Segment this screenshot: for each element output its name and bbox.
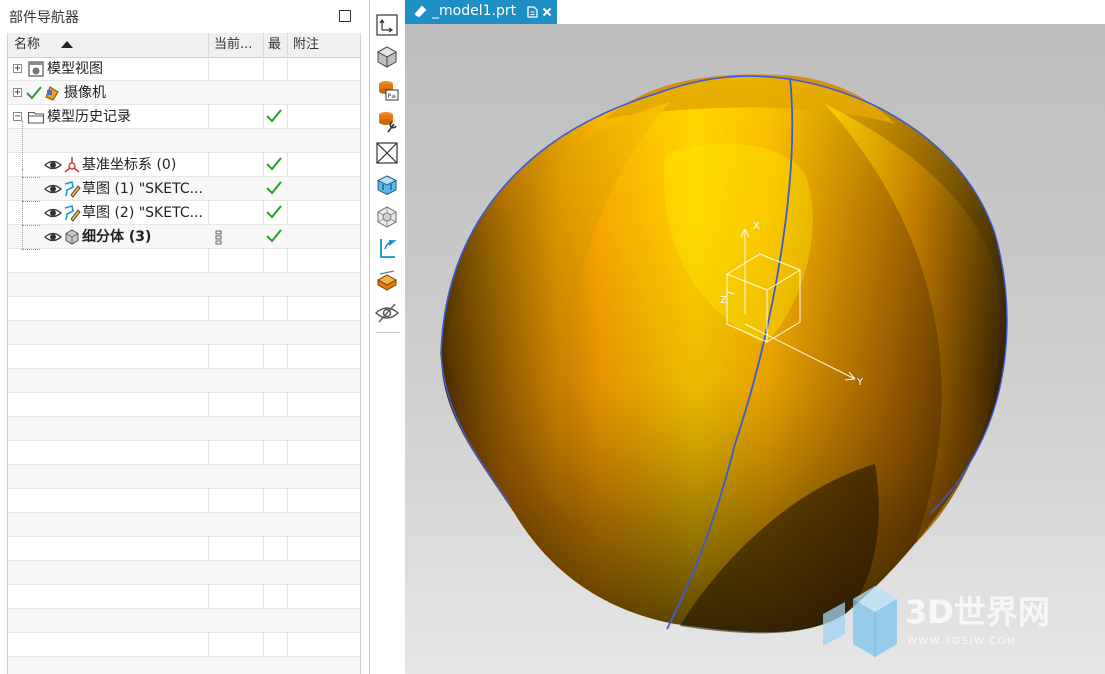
hide-icon [376,142,398,164]
tree-node-model-views[interactable]: + 模型视图 [8,57,360,81]
axis-label-x: X [753,221,760,232]
watermark-text: 3D世界网 [905,593,1050,631]
camera-icon [45,86,59,101]
navigator-tree: 名称 当前... 最 附注 + 模型视图 + 摄像机 − 模型历史记录 基准坐标… [7,33,361,674]
watermark-url: WWW.3DSJW.COM [907,636,1017,647]
maximize-icon[interactable] [339,10,351,22]
orient-view-icon [376,14,398,36]
tree-node-datum-csys[interactable]: 基准坐标系 (0) [8,153,360,177]
edit-settings-icon [379,112,397,133]
expand-icon[interactable]: + [13,88,22,98]
eye-icon[interactable] [44,228,62,246]
axis-label-z: Z [720,295,727,306]
eye-icon[interactable] [44,180,62,198]
tree-node-label: 细分体 (3) [82,229,152,245]
tree-node-label: 摄像机 [64,85,106,101]
section-view-button[interactable] [374,268,400,294]
part-file-icon: P≡ [379,81,399,101]
view-triad-icon [376,175,398,196]
up-to-date-check-icon [266,205,282,219]
axis-label-y: Y [856,377,864,388]
feature-group-icon [215,230,222,245]
sort-ascending-icon [61,41,73,48]
tree-node-subdivision-body[interactable]: 细分体 (3) [8,225,360,249]
section-view-icon [376,270,398,291]
document-tab-strip: _model1.prt [405,0,1105,24]
wireframe-button[interactable] [374,204,400,230]
tree-node-label: 模型历史记录 [47,109,131,125]
part-file-button[interactable]: P≡ [374,76,400,102]
tree-node-model-history[interactable]: − 模型历史记录 [8,105,360,129]
orient-view-button[interactable] [374,12,400,38]
visible-check-icon[interactable] [25,84,43,102]
tree-node-label: 基准坐标系 (0) [82,157,177,173]
view-toolbar: P≡ [370,0,405,674]
column-current[interactable]: 当前... [208,33,263,57]
column-header: 名称 当前... 最 附注 [8,33,360,58]
wireframe-icon [377,206,397,228]
shaded-view-icon [376,46,398,68]
tree-node-cameras[interactable]: + 摄像机 [8,81,360,105]
show-hide-button[interactable] [374,300,400,326]
column-notes[interactable]: 附注 [287,33,360,57]
show-hide-icon [374,303,400,323]
datum-csys-icon [64,157,80,173]
sketch-icon [64,204,81,222]
collapse-icon[interactable]: − [13,112,22,122]
hide-button[interactable] [374,140,400,166]
tree-node-sketch-1[interactable]: 草图 (1) "SKETC... [8,177,360,201]
up-to-date-check-icon [266,181,282,195]
undo-orient-button[interactable] [374,236,400,262]
up-to-date-check-icon [266,229,282,243]
shaded-view-button[interactable] [374,44,400,70]
column-latest[interactable]: 最 [263,33,287,57]
folder-icon [27,111,45,124]
undo-orient-icon [380,239,397,258]
eye-icon[interactable] [44,204,62,222]
up-to-date-check-icon [266,109,282,123]
eye-icon[interactable] [44,156,62,174]
view-triad-button[interactable] [374,172,400,198]
part-navigator: 部件导航器 名称 当前... 最 附注 + 模型视图 + 摄像机 − 模型历史记… [0,0,370,674]
sketch-icon [64,180,81,198]
edit-settings-button[interactable] [374,108,400,134]
model-views-icon [28,61,44,77]
svg-text:P≡: P≡ [388,93,397,100]
column-name[interactable]: 名称 [8,33,208,57]
tree-node-label: 草图 (2) "SKETC... [82,205,203,221]
graphics-viewport[interactable]: X Y Z 3D世界网 WWW.3DSJW.COM [405,24,1105,674]
model-scene: X Y Z [440,74,1008,657]
tree-node-sketch-2[interactable]: 草图 (2) "SKETC... [8,201,360,225]
tab-label: _model1.prt [432,3,517,19]
up-to-date-check-icon [266,157,282,171]
modified-document-icon [527,6,538,18]
part-document-icon [414,5,427,18]
tab-model1[interactable]: _model1.prt [405,0,557,24]
tree-node-label: 模型视图 [47,61,103,77]
expand-icon[interactable]: + [13,64,22,74]
navigator-title-bar: 部件导航器 [0,0,369,32]
close-tab-icon[interactable] [542,7,552,17]
tree-node-label: 草图 (1) "SKETC... [82,181,203,197]
navigator-title: 部件导航器 [9,10,79,26]
subdivision-body-icon [65,229,79,245]
